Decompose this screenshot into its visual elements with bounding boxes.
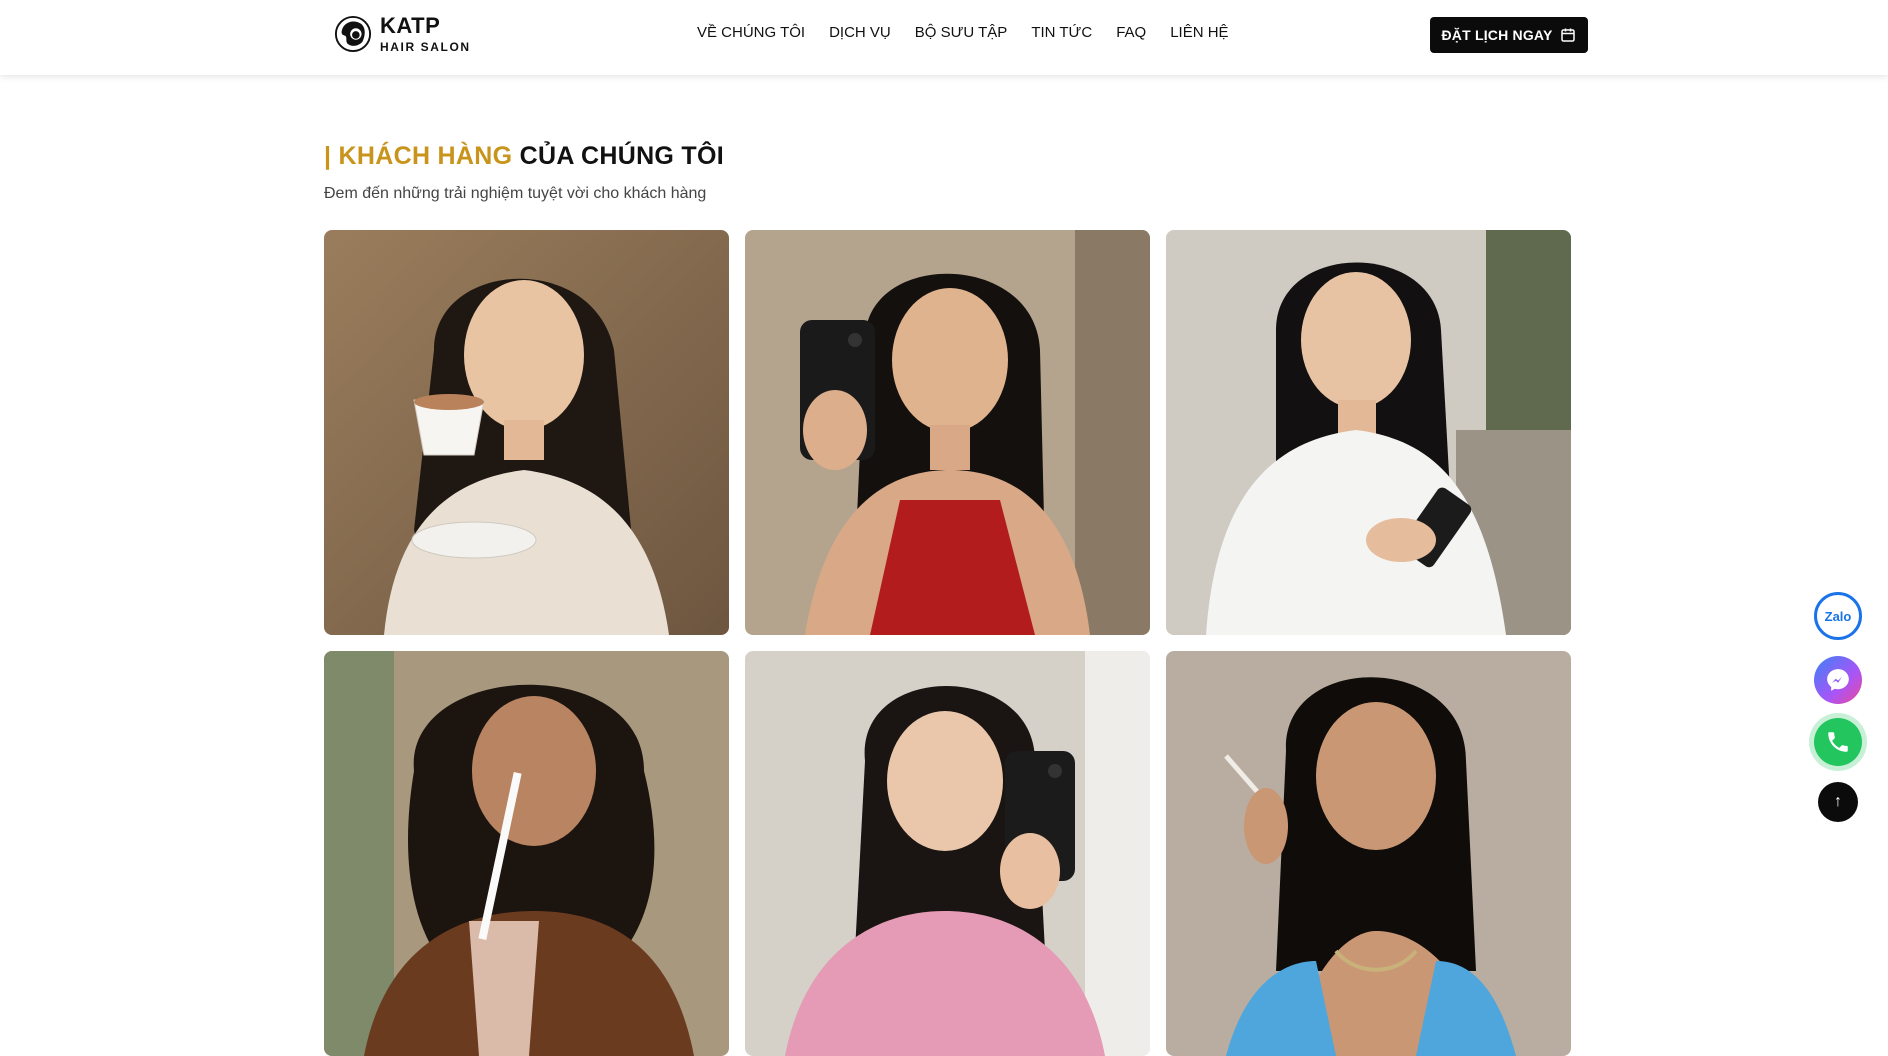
calendar-icon: [1561, 28, 1576, 42]
section-subtitle: Đem đến những trải nghiệm tuyệt vời cho …: [324, 185, 707, 202]
section-title-rest: CỦA CHÚNG TÔI: [512, 142, 724, 170]
customer-photo-2[interactable]: [745, 230, 1150, 635]
brand-tagline: HAIR SALON: [380, 40, 471, 54]
messenger-button[interactable]: [1814, 656, 1862, 704]
arrow-up-icon: ↑: [1834, 793, 1842, 810]
section-title-accent: | KHÁCH HÀNG: [324, 142, 513, 170]
customer-photo-1[interactable]: [324, 230, 729, 635]
customer-photo-4[interactable]: [324, 651, 729, 1056]
logo-icon: [334, 15, 372, 53]
messenger-icon: [1827, 669, 1849, 691]
book-now-button[interactable]: ĐẶT LỊCH NGAY: [1430, 17, 1588, 53]
nav-services[interactable]: DỊCH VỤ: [829, 24, 891, 41]
back-to-top-button[interactable]: ↑: [1818, 782, 1858, 822]
phone-button[interactable]: [1814, 718, 1862, 766]
book-now-label: ĐẶT LỊCH NGAY: [1441, 27, 1553, 43]
nav-news[interactable]: TIN TỨC: [1031, 24, 1092, 41]
site-header: KATP HAIR SALON VỀ CHÚNG TÔI DỊCH VỤ BỘ …: [0, 0, 1888, 75]
nav-faq[interactable]: FAQ: [1116, 24, 1146, 41]
zalo-label: Zalo: [1824, 608, 1852, 624]
nav-about[interactable]: VỀ CHÚNG TÔI: [697, 24, 805, 41]
customer-photo-3[interactable]: [1166, 230, 1571, 635]
section-title: | KHÁCH HÀNG CỦA CHÚNG TÔI: [324, 142, 724, 171]
main-nav: VỀ CHÚNG TÔI DỊCH VỤ BỘ SƯU TẬP TIN TỨC …: [697, 24, 1229, 41]
zalo-button[interactable]: Zalo: [1814, 592, 1862, 640]
nav-collection[interactable]: BỘ SƯU TẬP: [915, 24, 1008, 41]
customer-photo-6[interactable]: [1166, 651, 1571, 1056]
nav-contact[interactable]: LIÊN HỆ: [1170, 24, 1228, 41]
customer-photo-5[interactable]: [745, 651, 1150, 1056]
brand-name: KATP: [380, 13, 441, 38]
brand-logo[interactable]: KATP HAIR SALON: [334, 15, 471, 53]
phone-icon: [1828, 732, 1848, 752]
